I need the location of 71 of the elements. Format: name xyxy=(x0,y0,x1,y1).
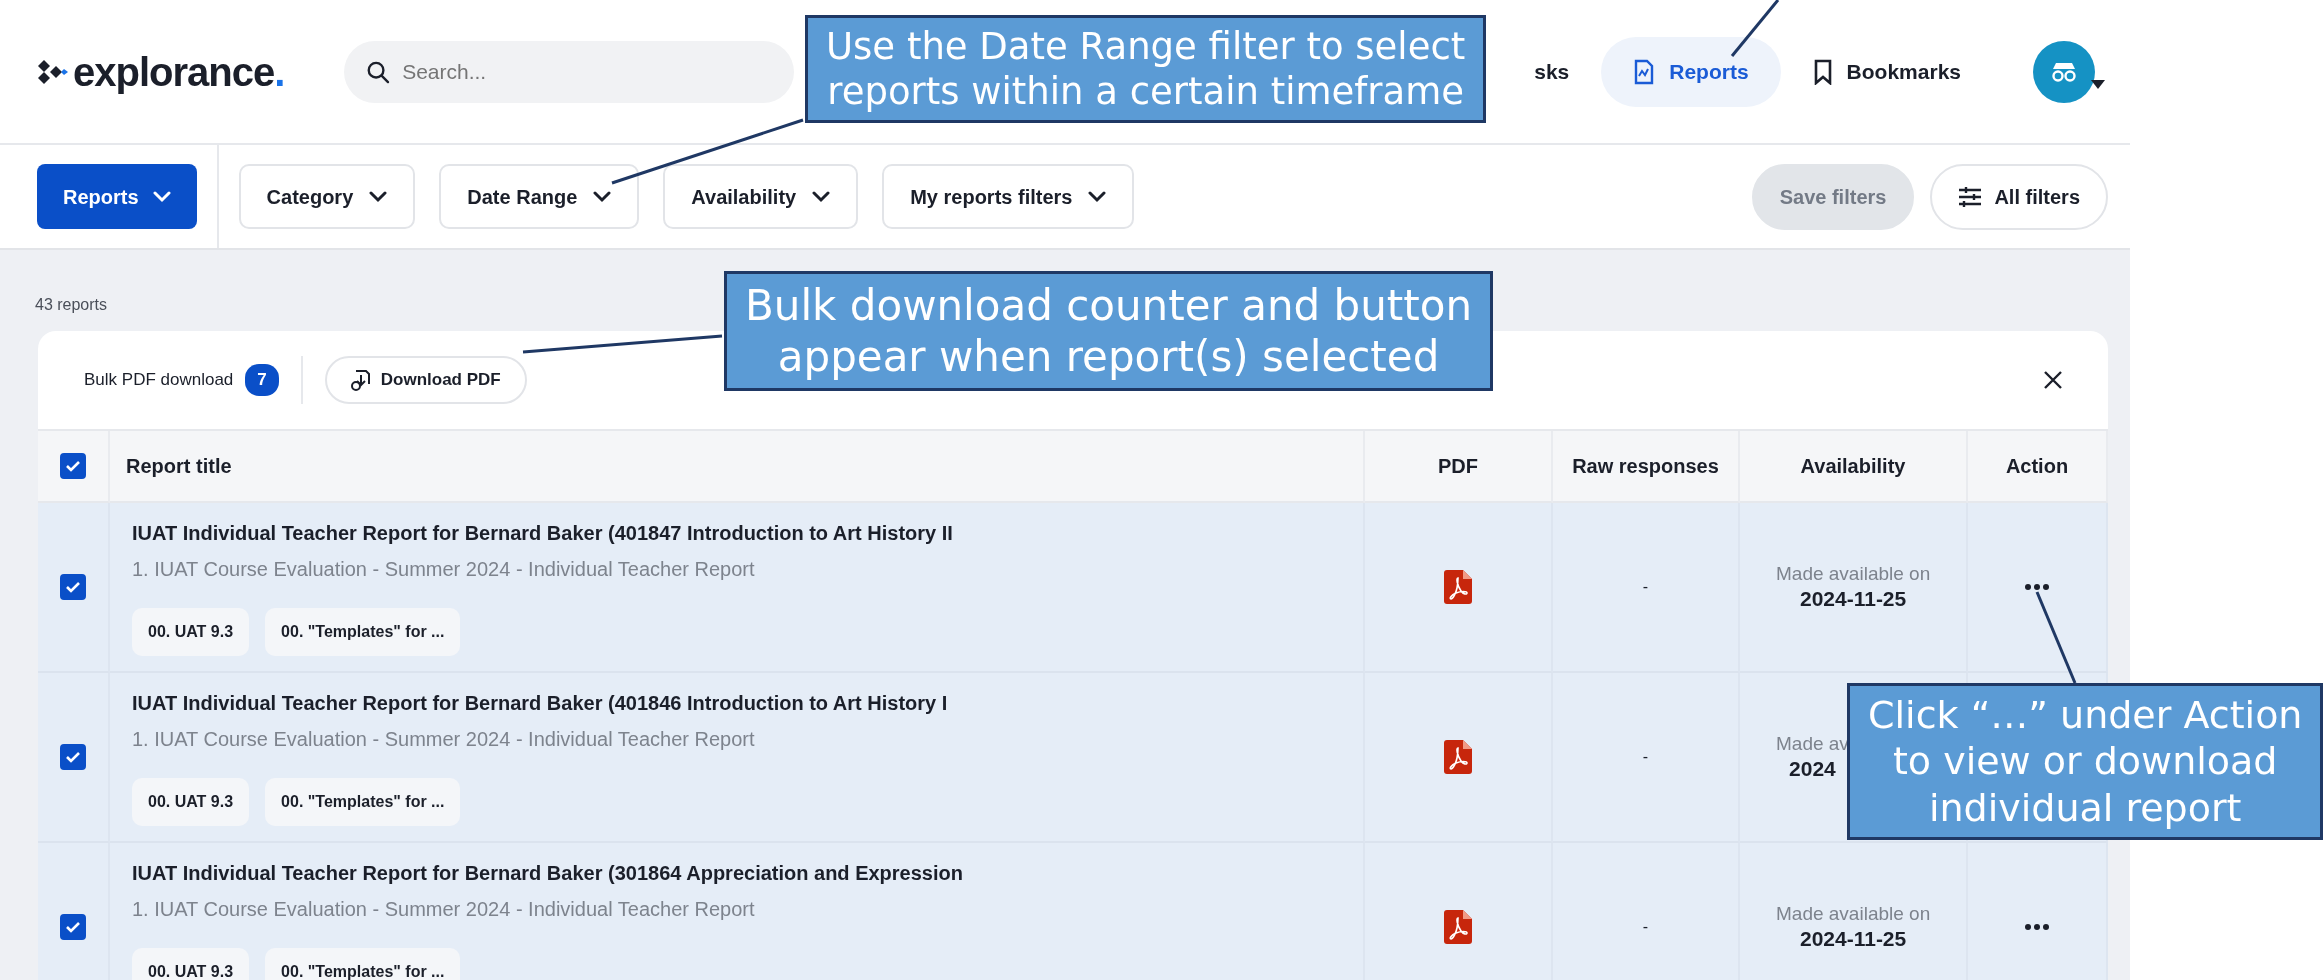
close-icon xyxy=(2042,369,2064,391)
search-input[interactable]: Search... xyxy=(400,54,773,89)
column-header: Action xyxy=(1968,431,2108,503)
pdf-file-icon[interactable] xyxy=(1444,910,1472,944)
callout-text: Bulk download counter and button appear when report(s) selected xyxy=(724,271,1494,392)
caret-icon xyxy=(2091,79,2105,89)
download-pdf-button[interactable]: Download PDF xyxy=(324,356,527,404)
chevron-down-icon xyxy=(369,190,388,203)
raw-responses-value: - xyxy=(1642,917,1649,937)
availability-label: Made available on xyxy=(1776,563,1931,586)
callout-text: Click “…” under Action to view or download individual report xyxy=(1847,683,2323,841)
report-document-icon xyxy=(1633,58,1656,85)
check-icon xyxy=(65,581,81,593)
raw-responses-value: - xyxy=(1642,747,1649,767)
availability-date: 2024-11-25 xyxy=(1798,925,1908,951)
sliders-icon xyxy=(1958,185,1983,208)
tag: 00. "Templates" for ... xyxy=(265,778,461,826)
chevron-down-icon xyxy=(152,190,171,203)
report-title: IUAT Individual Teacher Report for Bernard Baker (301864 Appreciation and Expression xyxy=(132,861,963,886)
checkbox[interactable] xyxy=(60,744,86,770)
availability-date: 2024-11-25 xyxy=(1798,585,1908,611)
leader-line xyxy=(1730,0,1780,57)
check-icon xyxy=(65,460,81,472)
all-filters-button[interactable]: All filters xyxy=(1930,163,2108,230)
checkbox[interactable] xyxy=(60,914,86,940)
report-subtitle: 1. IUAT Course Evaluation - Summer 2024 - Individual Teacher Report xyxy=(132,557,756,582)
availability-date: 2024 xyxy=(1788,755,1837,781)
selected-count-badge: 7 xyxy=(245,364,279,396)
nav-tab[interactable]: Bookmarks xyxy=(1780,36,1993,107)
callout-text: Use the Date Range filter to select reports within a certain timeframe xyxy=(805,15,1487,124)
chevron-down-icon xyxy=(1088,190,1107,203)
report-title: IUAT Individual Teacher Report for Bernard Baker (401847 Introduction to Art History II xyxy=(132,521,953,546)
report-subtitle: 1. IUAT Course Evaluation - Summer 2024 - Individual Teacher Report xyxy=(132,897,756,922)
report-title: IUAT Individual Teacher Report for Bernard Baker (401846 Introduction to Art History I xyxy=(132,691,948,716)
availability-label: Made available on xyxy=(1776,903,1931,926)
tag: 00. UAT 9.3 xyxy=(132,948,250,980)
column-header: Report title xyxy=(110,431,1365,503)
pdf-file-icon[interactable] xyxy=(1444,570,1472,604)
tag: 00. UAT 9.3 xyxy=(132,608,250,656)
raw-responses-value: - xyxy=(1642,577,1649,597)
search-field[interactable]: Search... xyxy=(344,40,795,103)
chevron-down-icon xyxy=(593,190,612,203)
checkbox[interactable] xyxy=(60,574,86,600)
download-document-icon xyxy=(350,369,371,391)
column-header: PDF xyxy=(1365,431,1553,503)
reports-menu-button[interactable]: Reports xyxy=(37,164,197,229)
pdf-file-icon[interactable] xyxy=(1444,740,1472,774)
filter-dropdown[interactable]: My reports filters xyxy=(882,164,1135,229)
ellipsis-icon xyxy=(2024,923,2050,931)
filter-dropdown[interactable]: Availability xyxy=(663,164,859,229)
filter-dropdown[interactable]: Category xyxy=(238,164,416,229)
nav-tab[interactable]: Reports xyxy=(1601,36,1781,107)
column-header: Availability xyxy=(1740,431,1968,503)
close-button[interactable] xyxy=(2042,369,2064,391)
tag: 00. UAT 9.3 xyxy=(132,778,250,826)
bookmark-icon xyxy=(1812,58,1833,85)
ellipsis-icon xyxy=(2024,583,2050,591)
tag: 00. "Templates" for ... xyxy=(265,948,461,980)
report-subtitle: 1. IUAT Course Evaluation - Summer 2024 - Individual Teacher Report xyxy=(132,727,756,752)
chevron-down-icon xyxy=(812,190,831,203)
bulk-download-label: Bulk PDF download xyxy=(84,369,234,392)
column-header: Raw responses xyxy=(1553,431,1740,503)
filter-dropdown[interactable]: Date Range xyxy=(439,164,640,229)
availability-label: Made av xyxy=(1776,733,1849,756)
check-icon xyxy=(65,921,81,933)
nav-tab[interactable]: sks xyxy=(1534,36,1602,107)
check-icon xyxy=(65,751,81,763)
report-count: 43 reports xyxy=(35,296,108,313)
checkbox[interactable] xyxy=(60,453,86,479)
tag: 00. "Templates" for ... xyxy=(265,608,461,656)
logo-text: explorance. xyxy=(73,48,285,96)
